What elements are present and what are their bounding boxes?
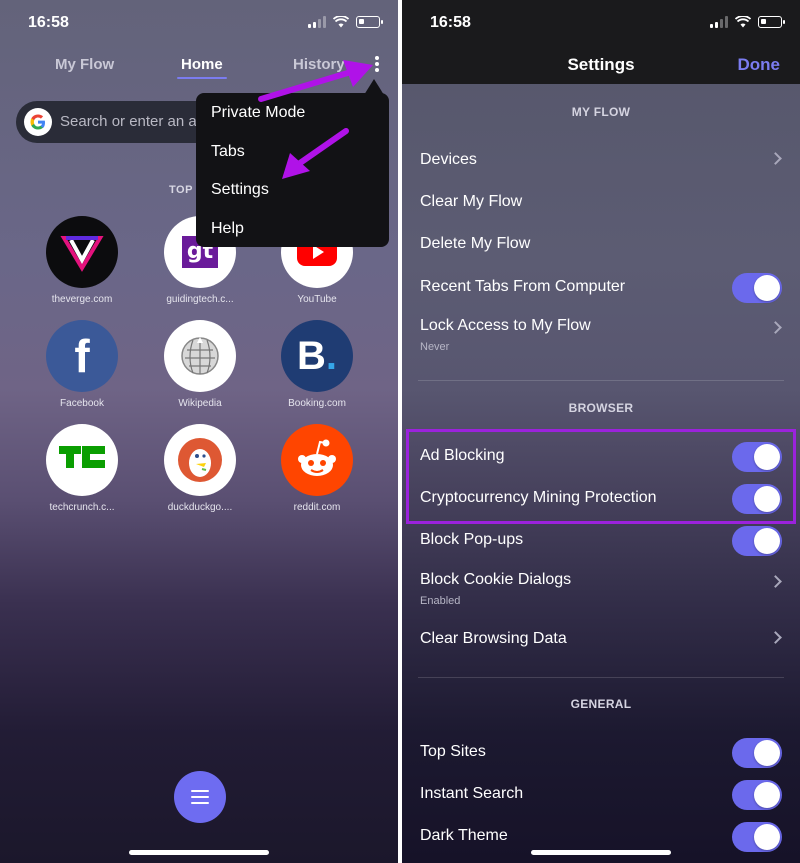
wifi-icon [735, 16, 751, 28]
setting-label: Lock Access to My Flow [420, 317, 591, 334]
setting-subtitle: Never [420, 341, 450, 353]
setting-block-cookie-dialogs[interactable]: Block Cookie Dialogs Enabled [420, 565, 782, 607]
setting-devices[interactable]: Devices [420, 145, 782, 175]
top-site-label: techcrunch.c... [49, 502, 115, 513]
dark-theme-toggle[interactable] [732, 822, 782, 852]
section-divider [418, 380, 784, 381]
settings-screen: 16:58 Settings Done MY FLOW Devices Clea… [402, 0, 800, 863]
status-icons [308, 16, 383, 28]
top-site-label: reddit.com [293, 502, 341, 513]
crypto-mining-toggle[interactable] [732, 484, 782, 514]
setting-crypto-mining-protection: Cryptocurrency Mining Protection [420, 483, 782, 514]
menu-item-tabs[interactable]: Tabs [211, 143, 245, 161]
techcrunch-logo-icon [46, 424, 118, 496]
setting-clear-browsing-data[interactable]: Clear Browsing Data [420, 624, 782, 654]
top-site-reddit[interactable]: reddit.com [262, 424, 372, 513]
setting-label: Devices [420, 151, 477, 168]
ad-blocking-toggle[interactable] [732, 442, 782, 472]
wifi-icon [333, 16, 349, 28]
browser-home-screen: 16:58 My Flow Home History Search or ent… [0, 0, 398, 863]
top-site-label: Wikipedia [178, 398, 222, 409]
top-site-label: duckduckgo.... [167, 502, 233, 513]
setting-label: Ad Blocking [420, 447, 505, 464]
setting-label: Instant Search [420, 785, 524, 802]
tab-home[interactable]: Home [177, 56, 227, 79]
home-indicator [531, 850, 671, 855]
setting-recent-tabs: Recent Tabs From Computer [420, 272, 782, 303]
facebook-logo-icon: f [46, 320, 118, 392]
setting-subtitle: Enabled [420, 595, 461, 607]
status-time: 16:58 [28, 14, 69, 31]
block-popups-toggle[interactable] [732, 526, 782, 556]
chevron-right-icon [769, 321, 782, 334]
wikipedia-logo-icon [164, 320, 236, 392]
setting-label: Recent Tabs From Computer [420, 278, 626, 295]
battery-icon [356, 16, 383, 28]
signal-icon [308, 16, 326, 28]
menu-item-private-mode[interactable]: Private Mode [211, 104, 305, 122]
instant-search-toggle[interactable] [732, 780, 782, 810]
section-header-my-flow: MY FLOW [571, 105, 631, 119]
home-indicator [129, 850, 269, 855]
search-placeholder: Search or enter an a [60, 113, 197, 130]
top-site-wikipedia[interactable]: Wikipedia [145, 320, 255, 409]
section-divider [418, 677, 784, 678]
setting-label: Delete My Flow [420, 235, 531, 252]
duckduckgo-logo-icon [164, 424, 236, 496]
menu-item-settings[interactable]: Settings [211, 181, 269, 199]
top-site-label: guidingtech.c... [166, 294, 234, 305]
setting-label: Cryptocurrency Mining Protection [420, 489, 657, 506]
battery-icon [758, 16, 785, 28]
top-site-label: Facebook [60, 398, 104, 409]
top-site-label: Booking.com [288, 398, 346, 409]
settings-header: 16:58 Settings Done [402, 0, 800, 84]
annotation-arrow-icon [282, 128, 349, 179]
setting-top-sites: Top Sites [420, 737, 782, 768]
top-site-theverge[interactable]: theverge.com [27, 216, 137, 305]
setting-instant-search: Instant Search [420, 779, 782, 810]
recent-tabs-toggle[interactable] [732, 273, 782, 303]
top-site-label: YouTube [297, 294, 337, 305]
top-sites-toggle[interactable] [732, 738, 782, 768]
booking-logo-icon: B. [281, 320, 353, 392]
setting-label: Dark Theme [420, 827, 508, 844]
setting-dark-theme: Dark Theme [420, 821, 782, 852]
annotation-arrow-icon [258, 60, 373, 102]
setting-ad-blocking: Ad Blocking [420, 441, 782, 472]
status-bar: 16:58 [402, 0, 800, 44]
top-site-label: theverge.com [51, 294, 113, 305]
google-icon [24, 108, 52, 136]
setting-delete-my-flow[interactable]: Delete My Flow [420, 229, 782, 259]
section-header-browser: BROWSER [568, 401, 634, 415]
status-bar: 16:58 [0, 0, 398, 44]
setting-block-popups: Block Pop-ups [420, 525, 782, 556]
chevron-right-icon [769, 152, 782, 165]
setting-label: Block Cookie Dialogs [420, 571, 572, 588]
setting-label: Clear My Flow [420, 193, 523, 210]
setting-label: Clear Browsing Data [420, 630, 567, 647]
status-time: 16:58 [430, 14, 471, 31]
verge-logo-icon [46, 216, 118, 288]
setting-clear-my-flow[interactable]: Clear My Flow [420, 187, 782, 217]
top-site-techcrunch[interactable]: techcrunch.c... [27, 424, 137, 513]
signal-icon [710, 16, 728, 28]
status-icons [710, 16, 785, 28]
tab-my-flow[interactable]: My Flow [55, 56, 114, 73]
chevron-right-icon [769, 575, 782, 588]
top-site-booking[interactable]: B. Booking.com [262, 320, 372, 409]
top-site-duckduckgo[interactable]: duckduckgo.... [145, 424, 255, 513]
setting-label: Block Pop-ups [420, 531, 524, 548]
section-header-general: GENERAL [570, 697, 632, 711]
top-site-facebook[interactable]: f Facebook [27, 320, 137, 409]
hamburger-icon [191, 790, 209, 792]
chevron-right-icon [769, 631, 782, 644]
top-sites-heading: TOP [169, 184, 193, 196]
done-button[interactable]: Done [738, 55, 781, 75]
menu-fab-button[interactable] [174, 771, 226, 823]
reddit-logo-icon [281, 424, 353, 496]
setting-lock-access[interactable]: Lock Access to My Flow Never [420, 311, 782, 353]
menu-item-help[interactable]: Help [211, 220, 244, 238]
setting-label: Top Sites [420, 743, 486, 760]
